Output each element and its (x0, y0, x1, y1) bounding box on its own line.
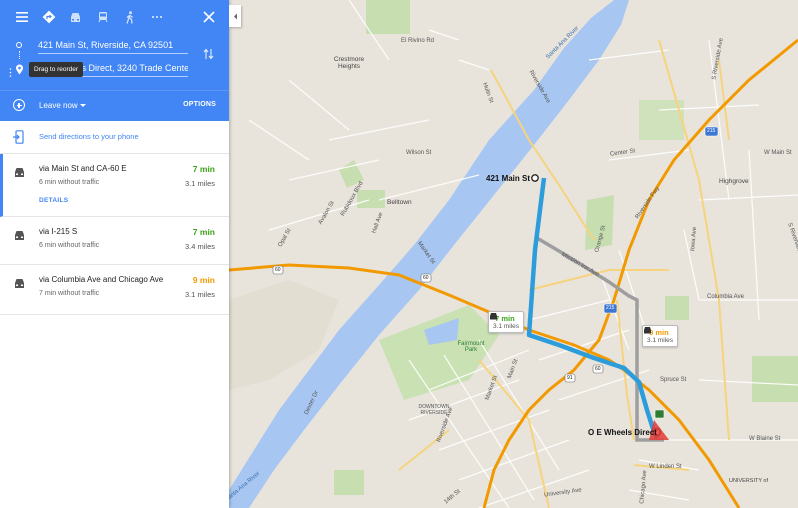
route-distance: 3.1 miles (184, 179, 215, 188)
best-travel-mode-icon[interactable] (35, 8, 62, 26)
callout-time: 7 min (495, 314, 515, 323)
origin-input[interactable]: 421 Main St, Riverside, CA 92501 (38, 40, 188, 54)
destination-label: O E Wheels Direct (588, 428, 657, 437)
park-area (752, 356, 798, 402)
route-name: via Columbia Ave and Chicago Ave (39, 275, 164, 284)
street-label: El Rivino Rd (401, 38, 435, 44)
more-options-icon[interactable] (143, 8, 170, 26)
callout-time: 9 min (649, 328, 669, 337)
street-label: W Linden St (649, 464, 682, 470)
chevron-down-icon[interactable] (80, 104, 86, 107)
route-connector (18, 51, 20, 59)
car-icon (13, 165, 26, 183)
directions-header: 421 Main St, Riverside, CA 92501 O E Whe… (0, 0, 229, 121)
origin-dot-icon (16, 42, 22, 48)
departure-options-bar: Leave now OPTIONS (0, 90, 229, 121)
directions-panel: 421 Main St, Riverside, CA 92501 O E Whe… (0, 0, 229, 508)
transit-mode-icon[interactable] (89, 8, 116, 26)
shield-label: 60 (275, 267, 281, 273)
chevron-left-icon (233, 13, 237, 19)
origin-marker[interactable] (531, 174, 539, 182)
shield-label: 60 (423, 275, 429, 281)
route-name: via I-215 S (39, 227, 78, 236)
place-label: Highgrove (719, 178, 749, 185)
route-distance: 3.4 miles (184, 242, 215, 251)
street-label: W Blaine St (749, 436, 781, 442)
shield-label: 215 (707, 128, 716, 134)
menu-icon[interactable] (8, 8, 35, 26)
details-link[interactable]: DETAILS (39, 197, 68, 204)
send-to-phone-link[interactable]: Send directions to your phone (39, 132, 139, 141)
car-icon (13, 276, 26, 294)
route-traffic-note: 6 min without traffic (39, 242, 100, 249)
route-distance: 3.1 miles (184, 290, 215, 299)
street-label: Columbia Ave (707, 294, 744, 300)
shield-label: 91 (567, 375, 573, 381)
park-area (366, 0, 410, 34)
route-option-1[interactable]: via Main St and CA-60 E 6 min without tr… (0, 154, 229, 217)
collapse-panel-button[interactable] (229, 5, 241, 27)
street-label: W Main St (764, 150, 792, 156)
car-icon (13, 228, 26, 246)
route-callout-alternate[interactable]: 9 min 3.1 miles (642, 325, 679, 347)
callout-distance: 3.1 miles (647, 337, 674, 344)
shield-label: 60 (595, 366, 601, 372)
route-callout-selected[interactable]: 7 min 3.1 miles (488, 311, 525, 333)
place-label: Fairmount Park (457, 341, 485, 353)
route-time: 9 min (192, 275, 215, 285)
leave-now-dropdown[interactable]: Leave now (39, 101, 78, 110)
walking-mode-icon[interactable] (116, 8, 143, 26)
route-time: 7 min (192, 164, 215, 174)
place-label: Belltown (387, 199, 412, 206)
swap-icon[interactable] (203, 47, 214, 65)
add-destination-icon[interactable] (13, 99, 25, 111)
map-canvas[interactable]: 60 60 215 215 91 60 Crestmore Heights Be… (229, 0, 798, 508)
park-area (334, 470, 364, 495)
travel-mode-bar (8, 8, 170, 26)
callout-distance: 3.1 miles (493, 323, 520, 330)
park-area (665, 296, 689, 320)
street-label: Spruce St (660, 377, 687, 383)
close-icon[interactable] (203, 10, 217, 24)
place-label: UNIVERSITY of (729, 478, 769, 484)
route-traffic-note: 7 min without traffic (39, 290, 100, 297)
origin-label: 421 Main St (486, 174, 531, 183)
send-to-phone-row[interactable]: Send directions to your phone (0, 121, 229, 154)
place-label: Crestmore Heights (333, 56, 365, 70)
route-option-3[interactable]: via Columbia Ave and Chicago Ave 7 min w… (0, 265, 229, 315)
options-button[interactable]: OPTIONS (183, 101, 216, 108)
route-traffic-note: 6 min without traffic (39, 179, 100, 186)
drag-handle-icon[interactable] (9, 64, 12, 82)
street-label: Wilson St (406, 150, 432, 156)
send-to-phone-icon (13, 130, 24, 149)
shield-label: 215 (606, 305, 615, 311)
route-name: via Main St and CA-60 E (39, 164, 127, 173)
route-time: 7 min (192, 227, 215, 237)
route-option-2[interactable]: via I-215 S 6 min without traffic 7 min … (0, 217, 229, 265)
drag-tooltip: Drag to reorder (29, 62, 84, 77)
driving-mode-icon[interactable] (62, 8, 89, 26)
destination-pin-icon (15, 62, 24, 80)
